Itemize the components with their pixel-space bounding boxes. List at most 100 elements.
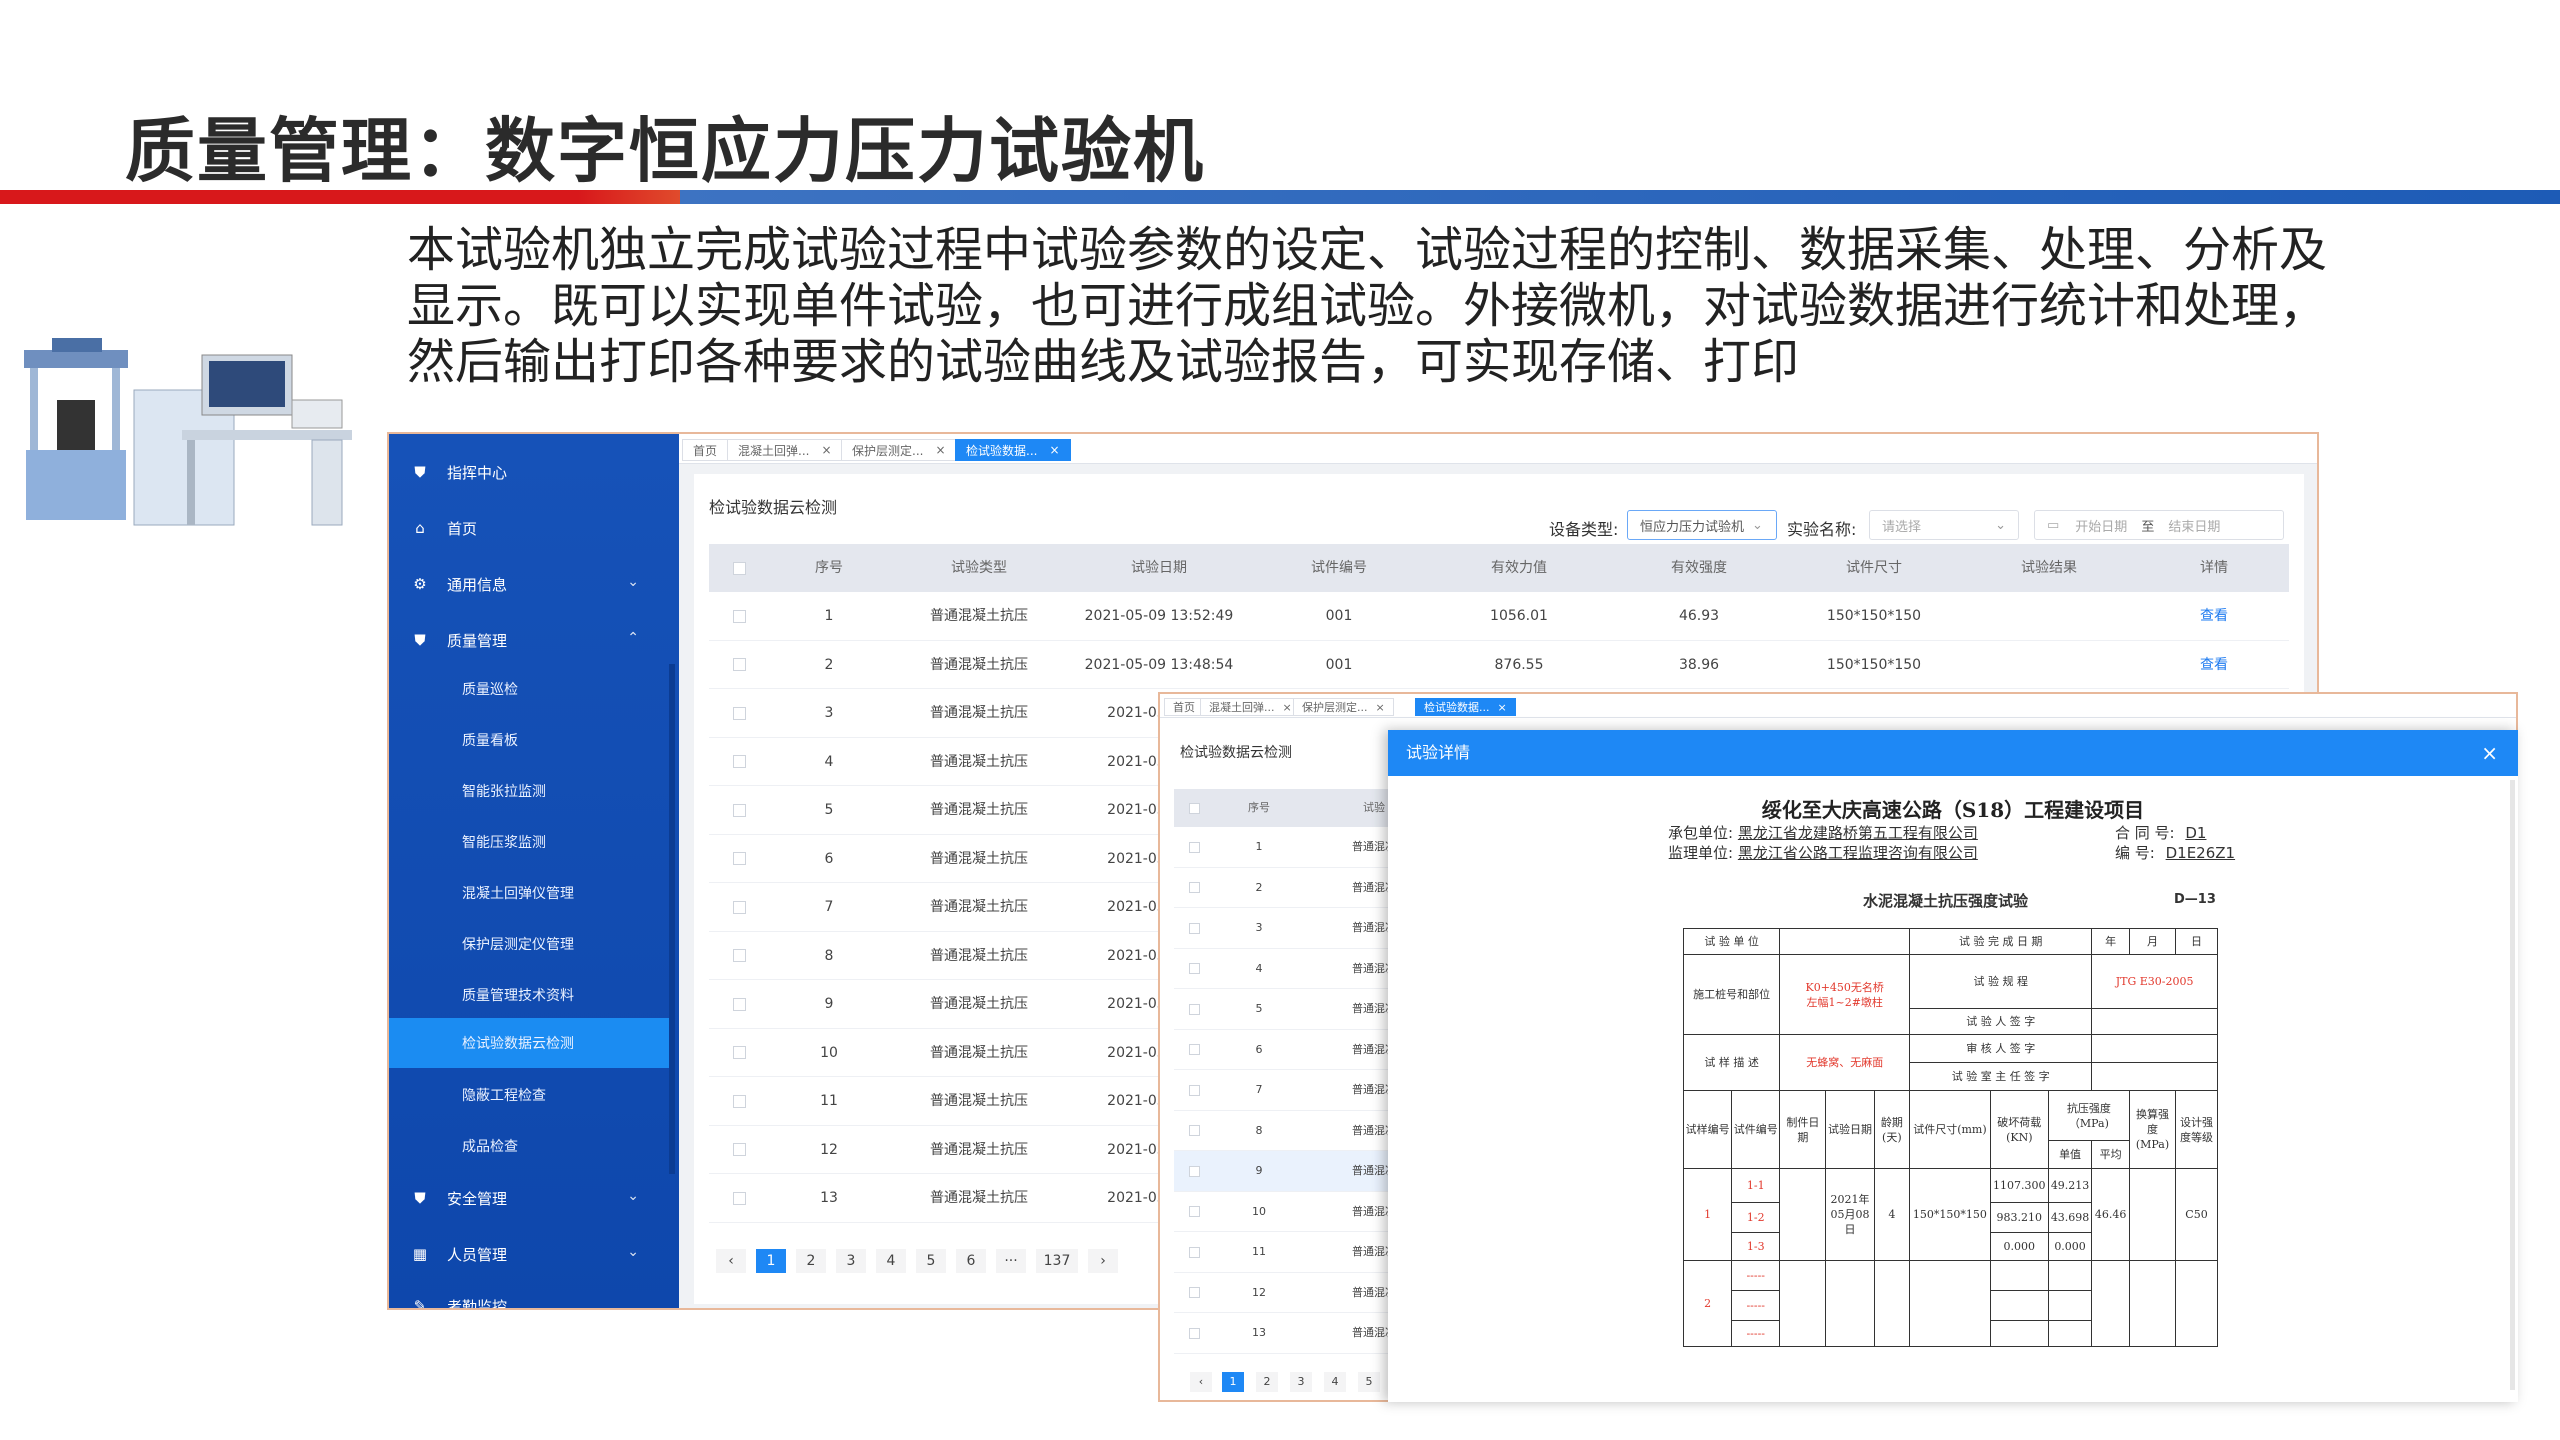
- row-checkbox[interactable]: [732, 658, 746, 671]
- page-button[interactable]: 137: [1036, 1249, 1078, 1273]
- prev-page-button[interactable]: ‹: [1190, 1372, 1212, 1392]
- row-checkbox[interactable]: [1188, 1003, 1200, 1015]
- table-row[interactable]: 1 普通混凝土抗压 2021-05-09 13:52:49 001 1056.01 46.…: [709, 592, 2289, 641]
- page-button[interactable]: 5: [1358, 1372, 1380, 1392]
- page-button[interactable]: 4: [876, 1249, 906, 1273]
- close-icon[interactable]: ×: [1049, 443, 1059, 457]
- device-type-select[interactable]: 恒应力压力试验机 ⌄: [1627, 510, 1777, 540]
- sidebar-sub-item[interactable]: 智能张拉监测: [389, 766, 679, 816]
- select-all-checkbox[interactable]: [1188, 802, 1200, 814]
- row-checkbox[interactable]: [1188, 1165, 1200, 1177]
- sidebar-item-home[interactable]: ⌂ 首页: [389, 502, 679, 554]
- row-checkbox[interactable]: [1188, 1206, 1200, 1217]
- sidebar-sub-item[interactable]: 智能压浆监测: [389, 817, 679, 867]
- table-row[interactable]: 13 普通混凝: [1174, 1313, 1404, 1354]
- close-icon[interactable]: ×: [1376, 701, 1385, 714]
- tab-rebound[interactable]: 混凝土回弹... ×: [1200, 698, 1301, 716]
- page-button[interactable]: 2: [796, 1249, 826, 1273]
- sidebar-item-safety[interactable]: ⛊ 安全管理 ⌄: [389, 1172, 679, 1224]
- row-checkbox[interactable]: [732, 803, 746, 817]
- tab-home[interactable]: 首页: [1164, 698, 1204, 716]
- page-ellipsis[interactable]: ···: [996, 1249, 1026, 1273]
- table-row[interactable]: 6 普通混凝: [1174, 1030, 1404, 1070]
- row-checkbox[interactable]: [732, 997, 746, 1011]
- table-row[interactable]: 4 普通混凝: [1174, 949, 1404, 989]
- row-checkbox[interactable]: [1188, 1287, 1200, 1298]
- table-row[interactable]: 7 普通混凝: [1174, 1070, 1404, 1111]
- sidebar-sub-item[interactable]: 隐蔽工程检查: [389, 1070, 679, 1120]
- table-row[interactable]: 1 普通混凝: [1174, 827, 1404, 868]
- row-checkbox[interactable]: [1188, 841, 1200, 853]
- tab-cover[interactable]: 保护层测定... ×: [1293, 698, 1394, 716]
- page-button[interactable]: 2: [1256, 1372, 1278, 1392]
- row-checkbox[interactable]: [732, 755, 746, 768]
- modal-scrollbar[interactable]: [2510, 780, 2515, 1390]
- row-checkbox[interactable]: [1188, 1084, 1200, 1096]
- select-all-checkbox[interactable]: [732, 561, 746, 575]
- table-row[interactable]: 5 普通混凝: [1174, 989, 1404, 1030]
- sidebar-sub-item-active[interactable]: 检试验数据云检测: [389, 1018, 669, 1068]
- table-row[interactable]: 9 普通混凝: [1174, 1151, 1404, 1192]
- next-page-button[interactable]: ›: [1088, 1249, 1118, 1273]
- row-checkbox[interactable]: [732, 609, 746, 623]
- page-button[interactable]: 5: [916, 1249, 946, 1273]
- sidebar-sub-item[interactable]: 质量巡检: [389, 664, 679, 714]
- row-checkbox[interactable]: [1188, 963, 1200, 974]
- sidebar-item-attendance[interactable]: ✎ 考勤监控: [389, 1280, 679, 1308]
- tab-cover[interactable]: 保护层测定... ×: [841, 439, 957, 461]
- page-button[interactable]: 6: [956, 1249, 986, 1273]
- sidebar-sub-item[interactable]: 成品检查: [389, 1121, 679, 1171]
- sidebar-item-command-center[interactable]: ⛊ 指挥中心: [389, 446, 679, 498]
- table-row[interactable]: 12 普通混凝: [1174, 1273, 1404, 1313]
- page-button-active[interactable]: 1: [756, 1249, 786, 1273]
- row-checkbox[interactable]: [1188, 1246, 1200, 1258]
- page-button-active[interactable]: 1: [1222, 1372, 1244, 1392]
- row-checkbox[interactable]: [1188, 922, 1200, 934]
- tab-home[interactable]: 首页: [682, 439, 729, 461]
- row-checkbox[interactable]: [732, 1143, 746, 1156]
- sidebar-sub-item[interactable]: 质量管理技术资料: [389, 970, 679, 1020]
- prev-page-button[interactable]: ‹: [716, 1249, 746, 1273]
- table-row[interactable]: 3 普通混凝: [1174, 908, 1404, 949]
- row-checkbox[interactable]: [732, 1046, 746, 1059]
- form-code: D—13: [2174, 892, 2216, 907]
- close-icon[interactable]: ×: [821, 443, 831, 457]
- row-checkbox[interactable]: [1188, 1044, 1200, 1055]
- sidebar-scrollbar[interactable]: [669, 664, 675, 1174]
- table-row[interactable]: 11 普通混凝: [1174, 1232, 1404, 1273]
- row-checkbox[interactable]: [732, 949, 746, 962]
- page-button[interactable]: 3: [836, 1249, 866, 1273]
- row-checkbox[interactable]: [1188, 882, 1200, 893]
- experiment-name-select[interactable]: 请选择 ⌄: [1869, 510, 2019, 540]
- tab-test-data[interactable]: 检试验数据... ×: [1415, 698, 1516, 716]
- row-checkbox[interactable]: [732, 1094, 746, 1108]
- row-checkbox[interactable]: [732, 706, 746, 720]
- row-checkbox[interactable]: [732, 1191, 746, 1205]
- page-button[interactable]: 3: [1290, 1372, 1312, 1392]
- row-checkbox[interactable]: [1188, 1327, 1200, 1339]
- tab-rebound[interactable]: 混凝土回弹... ×: [727, 439, 843, 461]
- row-checkbox[interactable]: [732, 900, 746, 914]
- table-row[interactable]: 8 普通混凝: [1174, 1111, 1404, 1151]
- table-row[interactable]: 2 普通混凝土抗压 2021-05-09 13:48:54 001 876.55 38.9…: [709, 641, 2289, 689]
- view-detail-link[interactable]: 查看: [2139, 641, 2289, 689]
- view-detail-link[interactable]: 查看: [2139, 592, 2289, 640]
- close-icon[interactable]: ×: [935, 443, 945, 457]
- sidebar-sub-item[interactable]: 混凝土回弹仪管理: [389, 868, 679, 918]
- sidebar-sub-item[interactable]: 保护层测定仪管理: [389, 919, 679, 969]
- close-icon[interactable]: ×: [2481, 730, 2498, 776]
- sidebar-item-general-info[interactable]: ⚙ 通用信息 ⌄: [389, 558, 679, 610]
- table-row[interactable]: 2 普通混凝: [1174, 868, 1404, 908]
- row-checkbox-cell: [1174, 989, 1214, 1029]
- sidebar-sub-item[interactable]: 质量看板: [389, 715, 679, 765]
- page-button[interactable]: 4: [1324, 1372, 1346, 1392]
- row-checkbox[interactable]: [1188, 1125, 1200, 1136]
- tab-test-data[interactable]: 检试验数据... ×: [955, 439, 1071, 461]
- date-range-picker[interactable]: ▭ 开始日期 至 结束日期: [2034, 510, 2284, 540]
- row-checkbox[interactable]: [732, 852, 746, 865]
- close-icon[interactable]: ×: [1498, 701, 1507, 714]
- table-row[interactable]: 10 普通混凝: [1174, 1192, 1404, 1232]
- sidebar-item-quality[interactable]: ⛊ 质量管理 ⌃: [389, 614, 679, 666]
- sidebar-item-personnel[interactable]: ▦ 人员管理 ⌄: [389, 1228, 679, 1280]
- close-icon[interactable]: ×: [1283, 701, 1292, 714]
